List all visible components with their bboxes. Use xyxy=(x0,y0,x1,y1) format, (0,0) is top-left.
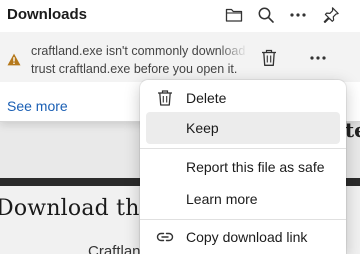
warning-message: craftland.exe isn't commonly download tr… xyxy=(31,42,247,78)
see-more-link[interactable]: See more xyxy=(7,98,68,114)
warning-line-2: trust craftland.exe before you open it. xyxy=(31,62,238,76)
download-more-button[interactable] xyxy=(306,50,330,66)
more-icon xyxy=(310,56,326,60)
more-options-button[interactable] xyxy=(285,2,311,28)
background-subtext: Craftlan xyxy=(88,243,141,254)
delete-download-button[interactable] xyxy=(258,46,280,70)
menu-item-learn-more[interactable]: Learn more xyxy=(146,183,340,215)
folder-icon xyxy=(225,8,243,22)
download-context-menu: Delete Keep Report this file as safe Lea… xyxy=(140,80,346,254)
menu-item-delete[interactable]: Delete xyxy=(146,82,340,114)
more-icon xyxy=(290,13,306,17)
menu-item-copy-link[interactable]: Copy download link xyxy=(146,221,340,253)
trash-icon xyxy=(158,90,172,106)
search-downloads-button[interactable] xyxy=(253,2,279,28)
pin-icon xyxy=(323,7,339,23)
menu-label-report-safe: Report this file as safe xyxy=(186,159,325,175)
menu-label-delete: Delete xyxy=(186,90,227,106)
open-downloads-folder-button[interactable] xyxy=(221,2,247,28)
menu-label-copy-link: Copy download link xyxy=(186,229,308,245)
menu-item-keep[interactable]: Keep xyxy=(146,112,340,144)
text-fade xyxy=(218,42,248,62)
menu-item-report-safe[interactable]: Report this file as safe xyxy=(146,151,340,183)
panel-header: Downloads xyxy=(0,0,360,30)
trash-icon xyxy=(262,49,276,66)
menu-separator xyxy=(140,219,346,220)
warning-icon xyxy=(7,53,21,66)
pin-downloads-button[interactable] xyxy=(318,2,344,28)
menu-label-keep: Keep xyxy=(186,120,219,136)
link-icon xyxy=(156,232,174,242)
menu-separator xyxy=(140,148,346,149)
panel-title: Downloads xyxy=(7,6,88,23)
search-icon xyxy=(258,7,274,23)
warning-line-1: craftland.exe isn't commonly download xyxy=(31,44,246,58)
menu-label-learn-more: Learn more xyxy=(186,191,258,207)
